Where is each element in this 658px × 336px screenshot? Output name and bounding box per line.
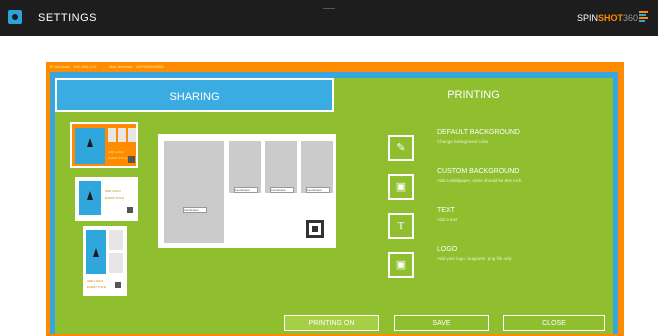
qr-icon — [115, 282, 121, 288]
thumb-text: ADD LOGO — [87, 279, 103, 283]
top-bar: SETTINGS SPINSHOT360 — [0, 0, 658, 36]
save-button[interactable]: SAVE — [394, 315, 489, 331]
option-title: CUSTOM BACKGROUND — [437, 168, 520, 175]
print-preview: Landscape Landscape Landscape Landscape — [158, 134, 336, 248]
tab-printing[interactable]: PRINTING — [334, 78, 613, 112]
settings-frame: IP Address: 192.168.1.27 Mac Address: 24F0… — [46, 62, 624, 336]
layout-thumb-1[interactable]: ADD LOGO EVENT TITLE — [70, 122, 138, 168]
qr-code-icon — [306, 220, 324, 238]
layout-select-1[interactable]: Landscape — [183, 207, 207, 213]
thumb-slot — [109, 253, 123, 273]
jump-figure-icon — [87, 138, 93, 147]
photo-slot — [301, 141, 333, 193]
layout-select-2[interactable]: Landscape — [234, 187, 258, 193]
layout-thumb-3[interactable]: ADD LOGO EVENT TITLE — [83, 226, 127, 296]
network-info: IP Address: 192.168.1.27 Mac Address: 24F0… — [50, 64, 164, 69]
qr-icon — [127, 207, 133, 213]
photo-slot — [265, 141, 297, 193]
thumb-slot — [109, 230, 123, 250]
thumb-text: EVENT TITLE — [87, 285, 106, 289]
text-icon[interactable]: T — [388, 213, 414, 239]
option-subtitle: Change background color — [437, 139, 489, 144]
image-icon[interactable]: ▣ — [388, 174, 414, 200]
thumb-text: ADD LOGO — [105, 189, 121, 193]
thumb-slot — [118, 128, 126, 142]
drag-handle[interactable] — [323, 8, 335, 9]
jump-figure-icon — [93, 248, 99, 257]
thumb-text: EVENT TITLE — [105, 196, 124, 200]
layout-select-3[interactable]: Landscape — [270, 187, 294, 193]
option-title: TEXT — [437, 207, 455, 214]
settings-panel: SHARING PRINTING ADD LOGO EVENT TITLE AD… — [55, 78, 613, 334]
layout-select-4[interactable]: Landscape — [306, 187, 330, 193]
thumb-text: EVENT TITLE — [108, 156, 127, 160]
photo-slot-large — [164, 141, 224, 243]
option-subtitle: Add a text — [437, 217, 458, 222]
tab-sharing[interactable]: SHARING — [55, 78, 334, 112]
printing-on-button[interactable]: PRINTING ON — [284, 315, 379, 331]
photo-slot — [229, 141, 261, 193]
thumb-text: ADD LOGO — [108, 150, 124, 154]
qr-icon — [128, 156, 135, 163]
paint-bucket-icon[interactable]: ✎ — [388, 135, 414, 161]
option-subtitle: Add your logo. Supports .png file only — [437, 256, 512, 261]
brand-text: SPINSHOT360 — [576, 13, 638, 23]
gear-icon — [8, 10, 22, 24]
layout-thumb-2[interactable]: ADD LOGO EVENT TITLE — [75, 177, 138, 221]
option-title: LOGO — [437, 246, 458, 253]
brand-logo-icon — [639, 11, 648, 23]
option-title: DEFAULT BACKGROUND — [437, 129, 520, 136]
page-title: SETTINGS — [38, 12, 98, 24]
close-button[interactable]: CLOSE — [503, 315, 605, 331]
settings-inner: SHARING PRINTING ADD LOGO EVENT TITLE AD… — [50, 72, 618, 334]
thumb-slot — [108, 128, 116, 142]
option-subtitle: Add a Wallpaper, sizes should be 8x6 inc… — [437, 178, 522, 183]
jump-figure-icon — [87, 191, 93, 200]
thumb-slot — [128, 128, 136, 142]
logo-image-icon[interactable]: ▣ — [388, 252, 414, 278]
